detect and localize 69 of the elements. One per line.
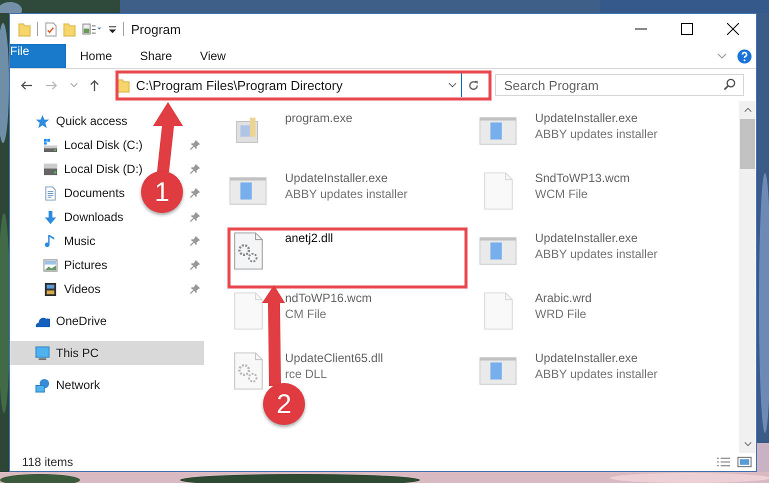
sidebar-item[interactable]: Pictures — [64, 258, 108, 272]
file-type: ABBY updates installer — [535, 127, 658, 141]
sidebar-item[interactable]: Network — [56, 378, 100, 392]
sidebar-item[interactable]: Documents — [64, 186, 125, 200]
sidebar-item[interactable]: Downloads — [64, 210, 124, 224]
sidebar-item[interactable]: Local Disk (D:) — [64, 162, 143, 176]
properties-icon[interactable] — [44, 22, 57, 36]
sidebar-item[interactable]: Quick access — [56, 114, 128, 128]
file-name[interactable]: UpdateInstaller.exe — [535, 351, 658, 365]
film-icon — [43, 282, 58, 296]
search-field[interactable]: Search Program — [495, 74, 744, 96]
file-type: WRD File — [535, 307, 588, 321]
drive-icon — [43, 162, 58, 176]
file-type: CM File — [285, 307, 328, 321]
ribbon-tab[interactable]: Share — [126, 44, 186, 68]
help-icon[interactable] — [737, 48, 752, 64]
document-icon — [43, 186, 58, 200]
file-tab[interactable]: File — [10, 44, 66, 68]
back-icon[interactable] — [20, 78, 33, 92]
file-name[interactable]: UpdateInstaller.exe — [535, 231, 658, 245]
refresh-icon — [467, 78, 480, 92]
ribbon-tab[interactable]: View — [186, 44, 240, 68]
scroll-down-icon[interactable] — [744, 441, 752, 447]
sidebar-item[interactable]: Videos — [64, 282, 100, 296]
address-path: C:\Program Files\Program Directory — [136, 78, 343, 92]
folder-icon — [117, 78, 130, 92]
file-name[interactable]: SndToWP13.wcm — [535, 171, 630, 185]
file-type: ABBY updates installer — [535, 367, 658, 381]
close-icon — [727, 23, 739, 35]
scroll-thumb[interactable] — [740, 119, 755, 169]
window-title: Program — [131, 22, 181, 36]
sidebar-item[interactable]: Music — [64, 234, 96, 248]
file-name[interactable]: anetj2.dll — [285, 231, 334, 245]
scrollbar[interactable] — [739, 101, 756, 453]
chevron-down-icon[interactable] — [448, 82, 457, 88]
file-name[interactable]: UpdateInstaller.exe — [285, 171, 408, 185]
network-icon — [35, 378, 50, 392]
sidebar-item[interactable]: OneDrive — [56, 314, 107, 328]
sidebar-item[interactable]: Local Disk (C:) — [64, 138, 143, 152]
download-icon — [43, 210, 58, 224]
file-type: ABBY updates installer — [285, 187, 408, 201]
sidebar-item[interactable]: This PC — [56, 346, 99, 360]
drive-icon — [43, 138, 58, 152]
large-icons-view-icon[interactable] — [737, 456, 752, 468]
scroll-up-icon[interactable] — [744, 107, 752, 113]
search-icon[interactable] — [723, 78, 736, 91]
dropdown-icon[interactable] — [108, 24, 117, 34]
monitor-icon — [35, 346, 50, 360]
file-type: ABBY updates installer — [535, 247, 658, 261]
up-arrow-icon[interactable] — [88, 78, 101, 92]
file-name[interactable]: UpdateClient65.dll — [285, 351, 384, 365]
file-name[interactable]: program.exe — [285, 111, 352, 125]
file-type: WCM File — [535, 187, 589, 201]
file-name[interactable]: ndToWP16.wcm — [285, 291, 372, 305]
address-field[interactable]: C:\Program Files\Program Directory — [113, 73, 461, 97]
file-type: rce DLL — [285, 367, 328, 381]
chevron-down-icon[interactable] — [70, 82, 78, 88]
selected-row[interactable]: This PC — [10, 341, 204, 365]
minimize-icon — [635, 28, 647, 30]
file-name[interactable]: UpdateInstaller.exe — [535, 111, 658, 125]
star-icon — [35, 114, 50, 128]
file-name[interactable]: Arabic.wrd — [535, 291, 592, 305]
picture-icon — [43, 258, 58, 272]
ribbon-tab[interactable]: Home — [66, 44, 126, 68]
details-view-icon[interactable] — [716, 456, 731, 468]
item-count: 118 items — [22, 455, 74, 469]
maximize-icon — [681, 23, 693, 35]
callout-arrow — [153, 102, 183, 172]
customize-icon[interactable] — [82, 22, 102, 36]
